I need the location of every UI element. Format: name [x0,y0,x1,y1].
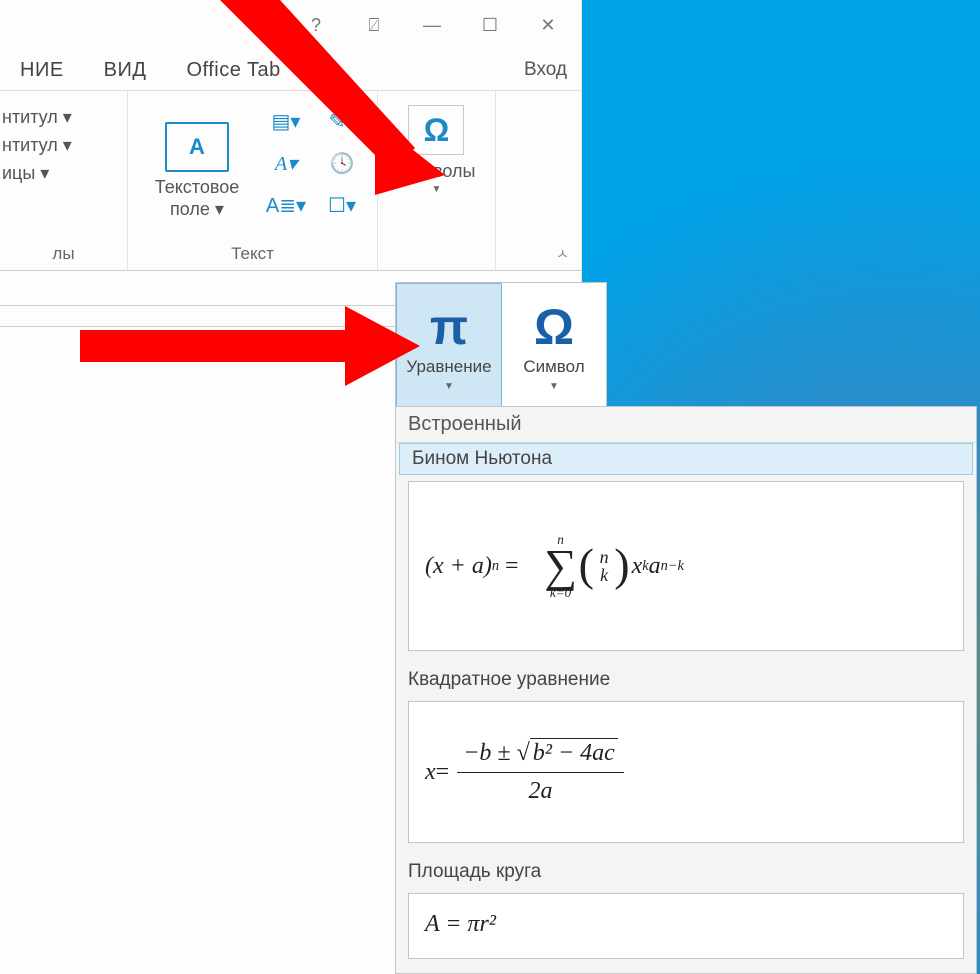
chevron-down-icon: ▼ [549,381,559,392]
omega-icon: Ω [408,105,464,155]
chevron-down-icon: ▼ [432,184,442,195]
page-number-item[interactable]: ицы ▾ [0,159,127,187]
math-text: x [632,553,643,580]
ribbon-group-symbols: Ω Символы ▼ [378,91,496,270]
math-text: a [649,553,661,580]
symbol-label: Символ [523,357,584,377]
ribbon: нтитул ▾ нтитул ▾ ицы ▾ лы A Текстовое п… [0,91,581,271]
gallery-item-quadratic-title[interactable]: Квадратное уравнение [396,665,976,695]
text-box-button[interactable]: Текстовое поле ▾ [155,176,240,220]
symbols-button[interactable]: Ω Символы ▼ [398,97,476,195]
math-text: (x + a) [425,553,492,580]
minimize-button[interactable]: — [403,0,461,50]
fraction-icon: −b ± √b² − 4ac 2a [457,738,624,806]
tab-partial-1[interactable]: НИЕ [0,59,84,82]
close-button[interactable]: ✕ [519,0,577,50]
ribbon-group-text: A Текстовое поле ▾ ▤▾ ✎▾ A▾ 🕓 A≣▾ ☐▾ Тек… [128,91,378,270]
gallery-item-quadratic[interactable]: x = −b ± √b² − 4ac 2a [408,701,964,843]
object-button[interactable]: ☐▾ [318,187,366,223]
math-eq: = [499,553,525,580]
maximize-button[interactable]: ☐ [461,0,519,50]
help-button[interactable]: ? [287,0,345,50]
pi-icon: π [430,299,468,355]
quick-parts-button[interactable]: ▤▾ [262,103,310,139]
group-label-text: Текст [231,240,274,270]
symbols-label: Символы [398,161,476,182]
tab-view[interactable]: ВИД [84,59,167,82]
title-bar: ? ⍁ — ☐ ✕ [0,0,581,50]
omega-icon: Ω [534,299,574,355]
collapse-ribbon-icon[interactable]: ㅅ [556,244,569,264]
header-footer-item-2[interactable]: нтитул ▾ [0,131,127,159]
symbols-dropdown: π Уравнение ▼ Ω Символ ▼ [395,282,607,408]
gallery-item-circle[interactable]: A = πr² [408,893,964,959]
date-time-button[interactable]: 🕓 [318,145,366,181]
math-text: A = πr² [425,911,496,938]
equation-dropdown-button[interactable]: π Уравнение ▼ [396,283,502,407]
signature-line-button[interactable]: ✎▾ [318,103,366,139]
math-eq: = [436,759,450,786]
header-footer-item-1[interactable]: нтитул ▾ [0,103,127,131]
drop-cap-button[interactable]: A≣▾ [262,187,310,223]
gallery-item-circle-title[interactable]: Площадь круга [396,857,976,887]
equation-gallery: Встроенный Бином Ньютона (x + a)n = n ∑ … [395,406,977,974]
text-box-icon: A [165,122,229,172]
ribbon-display-button[interactable]: ⍁ [345,0,403,50]
symbol-dropdown-button[interactable]: Ω Символ ▼ [502,283,606,407]
wordart-button[interactable]: A▾ [262,145,310,181]
math-sup: n [492,558,499,575]
chevron-down-icon: ▼ [444,381,454,392]
tab-office-tab[interactable]: Office Tab [166,59,300,82]
gallery-item-binomial-title[interactable]: Бином Ньютона [399,443,973,475]
ribbon-group-headers: нтитул ▾ нтитул ▾ ицы ▾ лы [0,91,128,270]
equation-label: Уравнение [406,357,491,377]
gallery-header: Встроенный [396,407,976,443]
ribbon-tabs: НИЕ ВИД Office Tab Вход [0,50,581,91]
math-sup: n−k [661,558,684,575]
sign-in-link[interactable]: Вход [510,59,581,81]
math-text: x [425,759,436,786]
group-label-partial: лы [52,240,74,270]
binom-icon: n k [597,548,612,584]
gallery-item-binomial[interactable]: (x + a)n = n ∑ k=0 n k xk an−k [408,481,964,651]
